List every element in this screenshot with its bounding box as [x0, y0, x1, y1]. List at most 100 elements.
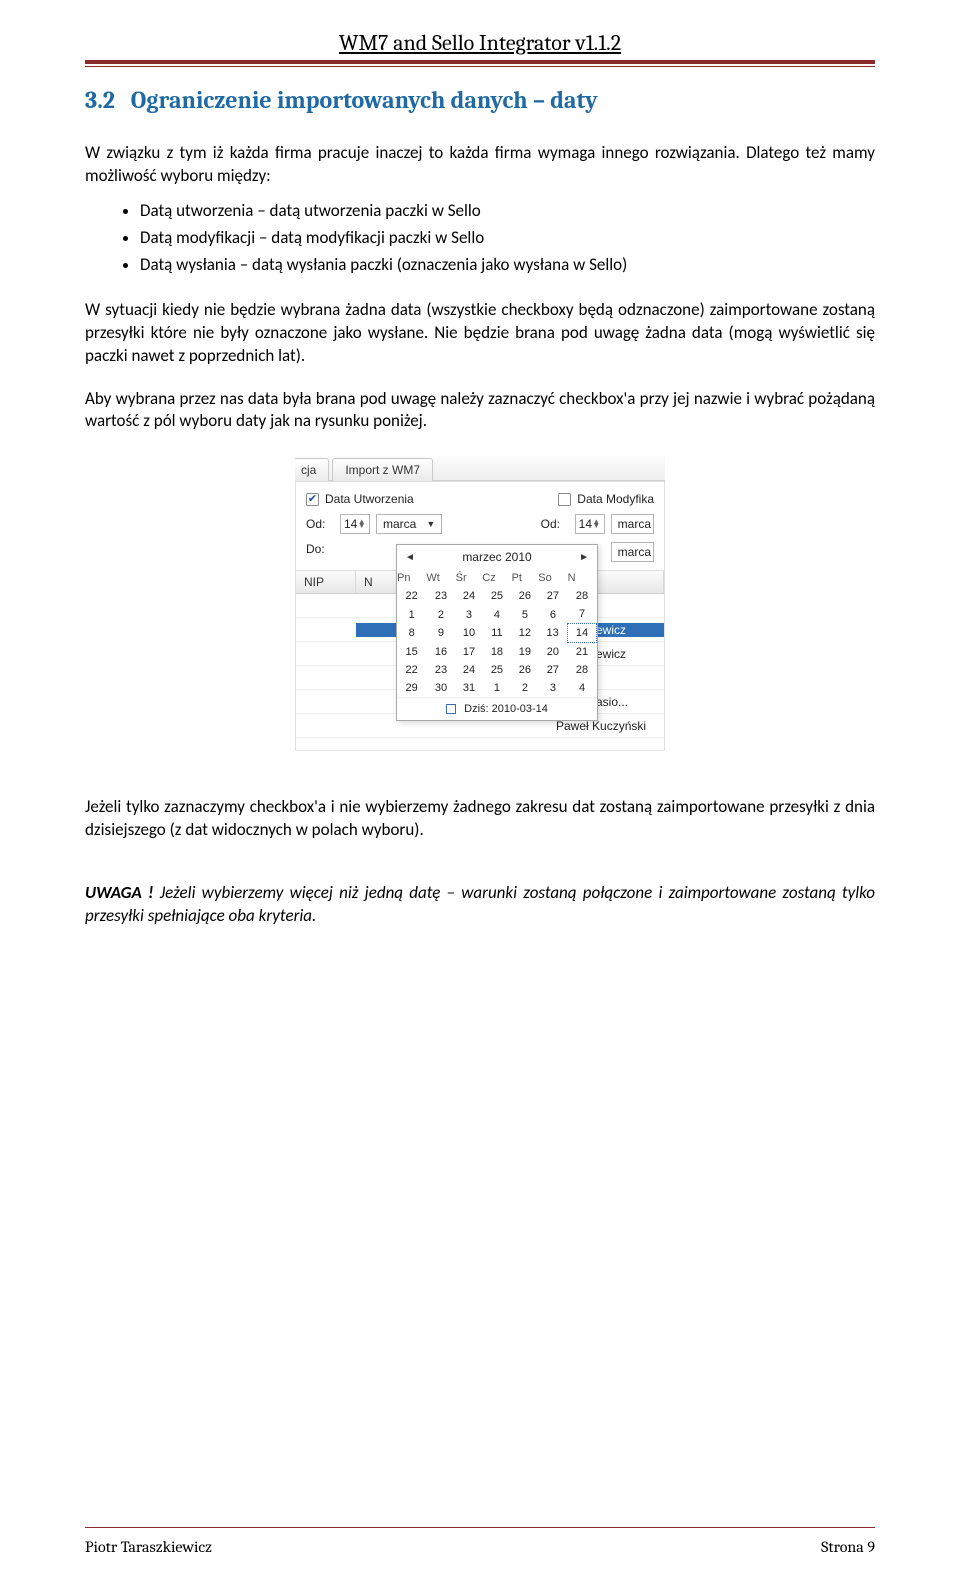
- calendar-cell[interactable]: 16: [426, 643, 455, 662]
- calendar-today[interactable]: Dziś: 2010-03-14: [397, 697, 597, 720]
- calendar-cell[interactable]: 22: [397, 661, 426, 679]
- bullet-list: Datą utworzenia – datą utworzenia paczki…: [85, 200, 875, 277]
- tab-import-wm7[interactable]: Import z WM7: [332, 458, 433, 481]
- cal-day-head: Śr: [456, 569, 483, 587]
- section-number: 3.2: [85, 86, 115, 114]
- calendar-cell[interactable]: 28: [568, 661, 597, 679]
- note-body: Jeżeli wybierzemy więcej niż jedną datę …: [85, 882, 875, 926]
- calendar-grid: Pn Wt Śr Cz Pt So N 22232425262728123456…: [397, 569, 597, 697]
- do-label: Do:: [306, 542, 334, 556]
- cal-day-head: Pt: [512, 569, 539, 587]
- bullet-item: Datą utworzenia – datą utworzenia paczki…: [140, 200, 875, 223]
- od-label: Od:: [306, 517, 334, 531]
- cal-day-head: Cz: [482, 569, 511, 587]
- month-combo-od[interactable]: marca ▼: [376, 514, 442, 534]
- calendar-cell[interactable]: 2: [512, 679, 539, 697]
- calendar-cell[interactable]: 3: [456, 605, 483, 624]
- note-paragraph: UWAGA ! Jeżeli wybierzemy więcej niż jed…: [85, 882, 875, 928]
- header-rule: [85, 60, 875, 64]
- month-combo-right[interactable]: marca: [611, 514, 654, 534]
- footer-rule: [85, 1527, 875, 1528]
- calendar-cell[interactable]: 19: [512, 643, 539, 662]
- footer-author: Piotr Taraszkiewicz: [85, 1538, 212, 1556]
- note-label: UWAGA !: [85, 882, 154, 903]
- calendar-cell[interactable]: 7: [568, 605, 597, 624]
- calendar-cell[interactable]: 2: [426, 605, 455, 624]
- cal-day-head: So: [538, 569, 567, 587]
- calendar-cell[interactable]: 21: [568, 643, 597, 662]
- bullet-item: Datą modyfikacji – datą modyfikacji pacz…: [140, 227, 875, 250]
- bullet-item: Datą wysłania – datą wysłania paczki (oz…: [140, 254, 875, 277]
- calendar-cell[interactable]: 13: [538, 624, 567, 643]
- calendar-cell[interactable]: 5: [512, 605, 539, 624]
- day-spinner-right[interactable]: 14 ▲▼: [575, 514, 605, 534]
- checkbox-data-utworzenia[interactable]: [306, 493, 319, 506]
- calendar-cell[interactable]: 8: [397, 624, 426, 643]
- calendar-cell[interactable]: 11: [482, 624, 511, 643]
- calendar-cell[interactable]: 1: [482, 679, 511, 697]
- section-heading: 3.2 Ograniczenie importowanych danych – …: [85, 86, 875, 114]
- spinner-arrows-icon: ▲▼: [357, 520, 366, 530]
- calendar-cell[interactable]: 25: [482, 587, 511, 605]
- day-value: 14: [344, 517, 357, 531]
- calendar-cell[interactable]: 23: [426, 661, 455, 679]
- calendar-cell[interactable]: 18: [482, 643, 511, 662]
- paragraph-2: W sytuacji kiedy nie będzie wybrana żadn…: [85, 299, 875, 368]
- calendar-cell[interactable]: 4: [482, 605, 511, 624]
- calendar-cell[interactable]: 17: [456, 643, 483, 662]
- calendar-cell[interactable]: 20: [538, 643, 567, 662]
- calendar-cell[interactable]: 27: [538, 587, 567, 605]
- calendar-cell[interactable]: 3: [538, 679, 567, 697]
- calendar-cell[interactable]: 15: [397, 643, 426, 662]
- paragraph-4: Jeżeli tylko zaznaczymy checkbox'a i nie…: [85, 796, 875, 842]
- cal-day-head: Pn: [397, 569, 426, 587]
- calendar-cell[interactable]: 12: [512, 624, 539, 643]
- month-value: marca: [618, 545, 651, 559]
- calendar-cell[interactable]: 24: [456, 587, 483, 605]
- calendar-cell[interactable]: 24: [456, 661, 483, 679]
- calendar-popup[interactable]: ◄ marzec 2010 ► Pn Wt Śr Cz Pt So N: [396, 544, 598, 721]
- calendar-cell[interactable]: 27: [538, 661, 567, 679]
- today-marker-icon: [446, 704, 456, 714]
- calendar-cell[interactable]: 4: [568, 679, 597, 697]
- day-value: 14: [579, 517, 592, 531]
- calendar-prev-icon[interactable]: ◄: [405, 552, 415, 563]
- calendar-cell[interactable]: 30: [426, 679, 455, 697]
- day-spinner-od[interactable]: 14 ▲▼: [340, 514, 370, 534]
- calendar-cell[interactable]: 1: [397, 605, 426, 624]
- month-value: marca: [618, 517, 651, 531]
- calendar-today-label: Dziś: 2010-03-14: [464, 703, 548, 715]
- running-title: WM7 and Sello Integrator v1.1.2: [85, 30, 875, 56]
- calendar-cell[interactable]: 28: [568, 587, 597, 605]
- column-header-nip[interactable]: NIP: [296, 571, 356, 593]
- chevron-down-icon: ▼: [426, 519, 435, 529]
- checkbox-label: Data Utworzenia: [325, 492, 414, 506]
- spinner-arrows-icon: ▲▼: [592, 520, 601, 530]
- calendar-cell[interactable]: 14: [568, 624, 597, 643]
- calendar-cell[interactable]: 26: [512, 661, 539, 679]
- calendar-cell[interactable]: 25: [482, 661, 511, 679]
- screenshot-figure: cja Import z WM7 Data Utworzenia Od: 14 …: [295, 455, 665, 751]
- cal-day-head: N: [568, 569, 597, 587]
- calendar-cell[interactable]: 26: [512, 587, 539, 605]
- checkbox-data-modyfikacji[interactable]: [558, 493, 571, 506]
- calendar-cell[interactable]: 23: [426, 587, 455, 605]
- section-title: Ograniczenie importowanych danych – daty: [131, 86, 598, 114]
- calendar-title: marzec 2010: [462, 550, 531, 564]
- calendar-cell[interactable]: 29: [397, 679, 426, 697]
- calendar-cell[interactable]: 31: [456, 679, 483, 697]
- cal-day-head: Wt: [426, 569, 455, 587]
- calendar-cell[interactable]: 9: [426, 624, 455, 643]
- calendar-cell[interactable]: 22: [397, 587, 426, 605]
- tab-bar: cja Import z WM7: [295, 455, 665, 481]
- month-combo-right2[interactable]: marca: [611, 542, 654, 562]
- od-label-right: Od:: [541, 517, 569, 531]
- date-panel: Data Utworzenia Od: 14 ▲▼ marca ▼ Do:: [295, 481, 665, 571]
- calendar-cell[interactable]: 6: [538, 605, 567, 624]
- paragraph-3: Aby wybrana przez nas data była brana po…: [85, 388, 875, 434]
- tab-cutoff[interactable]: cja: [295, 458, 329, 481]
- footer-page: Strona 9: [821, 1538, 875, 1556]
- calendar-next-icon[interactable]: ►: [579, 552, 589, 563]
- paragraph-1: W związku z tym iż każda firma pracuje i…: [85, 142, 875, 188]
- calendar-cell[interactable]: 10: [456, 624, 483, 643]
